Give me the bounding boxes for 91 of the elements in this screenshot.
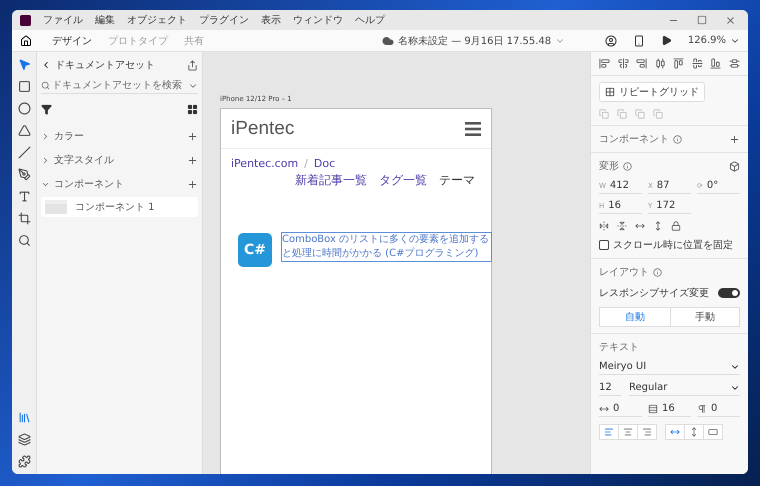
panel-title: ドキュメントアセット bbox=[55, 59, 155, 72]
menu-item[interactable]: ヘルプ bbox=[355, 13, 385, 27]
left-icon bbox=[604, 427, 614, 437]
document-title: 名称未設定 — 9月16日 17.55.48 bbox=[398, 34, 552, 48]
user-icon[interactable] bbox=[604, 34, 617, 46]
select-tool-icon[interactable] bbox=[18, 58, 30, 71]
home-icon[interactable] bbox=[20, 34, 32, 46]
crop-icon[interactable] bbox=[18, 212, 30, 225]
app-logo-icon bbox=[20, 14, 31, 26]
layers-icon[interactable] bbox=[18, 433, 30, 446]
search-icon bbox=[41, 81, 50, 90]
add-icon[interactable] bbox=[187, 178, 198, 190]
toggle-label: レスポンシブサイズ変更 bbox=[599, 286, 709, 300]
chevron-icon[interactable] bbox=[41, 132, 50, 140]
breadcrumb-link[interactable]: Doc bbox=[314, 157, 336, 170]
text-icon[interactable] bbox=[18, 190, 30, 203]
info-icon bbox=[623, 162, 632, 170]
checkbox-label: スクロール時に位置を固定 bbox=[613, 238, 733, 252]
menu-item[interactable]: プラグイン bbox=[199, 13, 249, 27]
cube-icon[interactable] bbox=[729, 160, 740, 172]
rectangle-icon[interactable] bbox=[18, 80, 30, 93]
breadcrumb-separator: / bbox=[304, 157, 308, 170]
center-icon bbox=[623, 427, 633, 437]
fixed-icon bbox=[708, 427, 718, 437]
info-icon bbox=[653, 268, 662, 276]
article-link[interactable]: ComboBox のリストに多くの要素を追加すると処理に時間がかかる (C#プログラミング) bbox=[282, 233, 491, 261]
spacing-field[interactable]: 0 bbox=[599, 403, 642, 417]
component-thumbnail bbox=[45, 200, 67, 214]
filter-icon[interactable] bbox=[41, 104, 52, 115]
maximize-icon[interactable] bbox=[697, 14, 707, 24]
checkbox[interactable] bbox=[599, 240, 609, 250]
auto-width-icon bbox=[670, 427, 680, 437]
right-icon bbox=[642, 427, 652, 437]
chevron-icon[interactable] bbox=[41, 156, 50, 164]
segment-button[interactable]: 手動 bbox=[670, 308, 739, 326]
menu-item[interactable]: ファイル bbox=[43, 13, 83, 27]
pen-icon[interactable] bbox=[18, 168, 30, 181]
spacing-field[interactable]: 16 bbox=[648, 403, 691, 417]
section-title: テキスト bbox=[599, 341, 640, 354]
section-title: レイアウト bbox=[599, 266, 649, 279]
font-weight-dropdown[interactable]: Regular bbox=[629, 382, 740, 396]
section-title[interactable]: カラー bbox=[54, 129, 84, 143]
nav-link[interactable]: タグ一覧 bbox=[379, 172, 427, 189]
info-icon bbox=[673, 134, 682, 144]
paragraph-spacing-icon bbox=[697, 404, 707, 414]
line-icon[interactable] bbox=[18, 146, 30, 159]
ellipse-icon[interactable] bbox=[18, 102, 30, 115]
search-icon[interactable] bbox=[18, 234, 30, 247]
add-icon[interactable] bbox=[187, 130, 198, 142]
menu-icon bbox=[465, 122, 481, 136]
flip-vertical-icon[interactable] bbox=[617, 221, 627, 231]
line-spacing-icon bbox=[648, 404, 658, 414]
nav-link[interactable]: 新着記事一覧 bbox=[295, 172, 367, 189]
share-icon[interactable] bbox=[187, 60, 198, 70]
section-title[interactable]: コンポーネント bbox=[54, 177, 124, 191]
zoom-level: 126.9% bbox=[688, 35, 726, 46]
close-icon[interactable] bbox=[725, 14, 736, 26]
tab[interactable]: デザイン bbox=[44, 30, 100, 52]
library-icon[interactable] bbox=[18, 411, 30, 424]
font-size-field[interactable]: 12 bbox=[599, 382, 621, 396]
toggle-switch[interactable] bbox=[718, 288, 740, 298]
flip-horizontal-icon[interactable] bbox=[599, 221, 609, 231]
add-icon[interactable] bbox=[729, 134, 740, 144]
grid-icon bbox=[605, 87, 615, 97]
triangle-icon[interactable] bbox=[18, 124, 30, 137]
phone-icon[interactable] bbox=[632, 34, 645, 46]
play-icon[interactable] bbox=[660, 35, 672, 46]
section-title[interactable]: 文字スタイル bbox=[54, 153, 114, 167]
cloud-icon bbox=[382, 34, 394, 46]
segment-button[interactable]: 自動 bbox=[600, 308, 670, 326]
font-dropdown[interactable]: Meiryo UI bbox=[599, 361, 740, 375]
section-title: コンポーネント bbox=[599, 133, 669, 146]
site-logo: iPentec bbox=[231, 118, 294, 140]
menu-item[interactable]: 編集 bbox=[95, 13, 115, 27]
lock-icon[interactable] bbox=[671, 221, 681, 231]
auto-height-icon bbox=[689, 427, 699, 437]
repeat-grid-button[interactable]: リピートグリッド bbox=[599, 82, 705, 102]
add-icon[interactable] bbox=[187, 154, 198, 166]
puzzle-icon[interactable] bbox=[18, 455, 30, 468]
section-title: 変形 bbox=[599, 160, 619, 173]
width-icon[interactable] bbox=[635, 221, 645, 231]
search-field[interactable]: ドキュメントアセットを検索 bbox=[41, 78, 198, 94]
grid-view-icon[interactable] bbox=[187, 104, 198, 115]
height-icon[interactable] bbox=[653, 221, 663, 231]
menu-item[interactable]: オブジェクト bbox=[127, 13, 187, 27]
menu-item[interactable]: ウィンドウ bbox=[293, 13, 343, 27]
breadcrumb-link[interactable]: iPentec.com bbox=[231, 157, 298, 170]
spacing-field[interactable]: 0 bbox=[697, 403, 740, 417]
component-item[interactable]: コンポーネント 1 bbox=[41, 197, 198, 217]
menu-item[interactable]: 表示 bbox=[261, 13, 281, 27]
language-badge: C# bbox=[238, 233, 272, 267]
